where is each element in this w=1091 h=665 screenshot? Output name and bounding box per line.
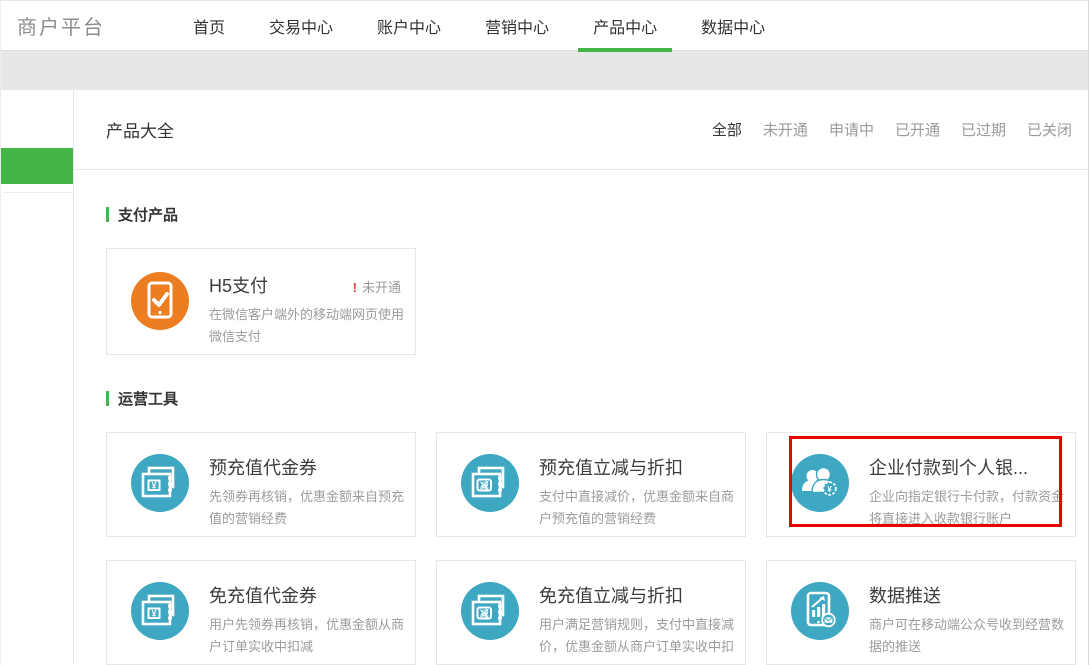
card-description: 企业向指定银行卡付款，付款资金将直接进入收款银行账户 xyxy=(869,486,1067,530)
alert-mark-icon: ! xyxy=(353,280,357,295)
section-heading-label: 支付产品 xyxy=(118,204,178,225)
nav-item-marketing-center[interactable]: 营销中心 xyxy=(485,1,549,50)
page: 商户平台 首页 交易中心 账户中心 营销中心 产品中心 数据中心 产品大全 全部… xyxy=(0,0,1089,665)
top-header: 商户平台 首页 交易中心 账户中心 营销中心 产品中心 数据中心 xyxy=(1,0,1088,51)
product-card-data-push[interactable]: 数据推送 商户可在移动端公众号收到经营数据的推送 xyxy=(766,560,1076,665)
card-title: 免充值代金券 xyxy=(209,582,317,608)
filter-tab-all[interactable]: 全部 xyxy=(712,119,742,140)
svg-text:减: 减 xyxy=(480,608,489,618)
svg-text:¥: ¥ xyxy=(151,609,156,619)
top-nav: 首页 交易中心 账户中心 营销中心 产品中心 数据中心 xyxy=(193,1,765,50)
card-description: 先领券再核销，优惠金额来自预充值的营销经费 xyxy=(209,486,407,530)
card-description: 支付中直接减价，优惠金额来自商户预充值的营销经费 xyxy=(539,486,737,530)
phone-check-icon xyxy=(131,272,189,330)
coupon-discount-icon: 减 xyxy=(461,582,519,640)
filter-tab-applying[interactable]: 申请中 xyxy=(829,119,874,140)
svg-text:¥: ¥ xyxy=(151,481,156,491)
main-panel: 产品大全 全部 未开通 申请中 已开通 已过期 已关闭 支付产品 xyxy=(74,90,1088,664)
product-card-prepaid-voucher[interactable]: ¥ 预充值代金券 先领券再核销，优惠金额来自预充值的营销经费 xyxy=(106,432,416,537)
section-heading-label: 运营工具 xyxy=(118,388,178,409)
card-description: 用户先领券再核销，优惠金额从商户订单实收中扣减 xyxy=(209,614,407,658)
brand-logo: 商户平台 xyxy=(17,1,105,50)
product-card-free-voucher[interactable]: ¥ 免充值代金券 用户先领券再核销，优惠金额从商户订单实收中扣减 xyxy=(106,560,416,665)
section-heading: 运营工具 xyxy=(106,388,1074,409)
coupon-yen-icon: ¥ xyxy=(131,582,189,640)
nav-item-data-center[interactable]: 数据中心 xyxy=(701,1,765,50)
nav-item-account-center[interactable]: 账户中心 xyxy=(377,1,441,50)
svg-text:¥: ¥ xyxy=(827,485,832,494)
coupon-yen-icon: ¥ xyxy=(131,454,189,512)
section-payment-products: 支付产品 xyxy=(106,204,1074,355)
coupon-discount-icon: 减 xyxy=(461,454,519,512)
card-title: 免充值立减与折扣 xyxy=(539,582,683,608)
green-bar-icon xyxy=(106,207,109,222)
filter-tab-closed[interactable]: 已关闭 xyxy=(1027,119,1072,140)
product-card-h5-pay[interactable]: H5支付 !未开通 在微信客户端外的移动端网页使用微信支付 xyxy=(106,248,416,355)
sidebar-selected-item[interactable] xyxy=(1,148,73,184)
nav-item-product-center[interactable]: 产品中心 xyxy=(593,1,657,50)
card-description: 在微信客户端外的移动端网页使用微信支付 xyxy=(209,304,407,348)
nav-item-transaction-center[interactable]: 交易中心 xyxy=(269,1,333,50)
status-badge: !未开通 xyxy=(353,277,401,296)
sidebar-divider xyxy=(4,192,73,193)
nav-item-homepage[interactable]: 首页 xyxy=(193,1,225,50)
product-card-prepaid-discount[interactable]: 减 预充值立减与折扣 支付中直接减价，优惠金额来自商户预充值的营销经费 xyxy=(436,432,746,537)
filter-tab-opened[interactable]: 已开通 xyxy=(895,119,940,140)
filter-tab-not-opened[interactable]: 未开通 xyxy=(763,119,808,140)
sub-header-bar xyxy=(1,51,1088,90)
card-title: H5支付 xyxy=(209,272,268,298)
left-sidebar xyxy=(1,90,74,664)
card-title: 数据推送 xyxy=(869,582,941,608)
status-filter-tabs: 全部 未开通 申请中 已开通 已过期 已关闭 xyxy=(712,119,1072,140)
people-payment-icon: ¥ xyxy=(791,454,849,512)
card-title: 预充值代金券 xyxy=(209,454,317,480)
page-title: 产品大全 xyxy=(106,117,174,142)
data-push-icon xyxy=(791,582,849,640)
filter-tab-expired[interactable]: 已过期 xyxy=(961,119,1006,140)
green-bar-icon xyxy=(106,391,109,406)
card-title: 预充值立减与折扣 xyxy=(539,454,683,480)
section-operation-tools: 运营工具 ¥ xyxy=(106,388,1074,665)
product-card-corporate-payment-to-bank-card[interactable]: ¥ 企业付款到个人银... 企业向指定银行卡付款，付款资金将直接进入收款银行账户 xyxy=(766,432,1076,537)
card-title: 企业付款到个人银... xyxy=(869,454,1028,480)
section-heading: 支付产品 xyxy=(106,204,1074,225)
title-row: 产品大全 全部 未开通 申请中 已开通 已过期 已关闭 xyxy=(74,90,1088,170)
svg-text:减: 减 xyxy=(480,480,489,490)
product-card-free-discount[interactable]: 减 免充值立减与折扣 用户满足营销规则，支付中直接减价，优惠金额从商户订单实收中… xyxy=(436,560,746,665)
card-description: 用户满足营销规则，支付中直接减价，优惠金额从商户订单实收中扣 xyxy=(539,614,737,658)
card-description: 商户可在移动端公众号收到经营数据的推送 xyxy=(869,614,1067,658)
